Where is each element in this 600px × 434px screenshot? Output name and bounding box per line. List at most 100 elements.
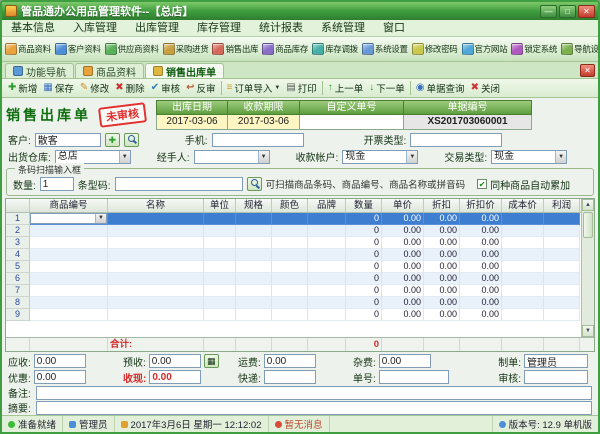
menu-item[interactable]: 基本信息 [2, 20, 64, 36]
tracking-no-input[interactable] [378, 370, 449, 384]
action-button[interactable]: ≡ 订单导入 ▼ [224, 80, 284, 96]
misc-fee-input[interactable] [378, 354, 431, 368]
menu-item[interactable]: 出库管理 [126, 20, 188, 36]
toolbar-button[interactable]: 商品库存 [260, 42, 310, 56]
scrollbar-track[interactable] [582, 211, 594, 325]
discount-input[interactable] [33, 370, 86, 384]
tab[interactable]: 商品资料 [75, 63, 144, 79]
remark-input[interactable] [35, 385, 592, 400]
grid-col-header[interactable]: 折扣 [424, 199, 460, 212]
trade-type-combobox[interactable]: 现金 ▼ [491, 149, 568, 164]
menu-item[interactable]: 系统管理 [312, 20, 374, 36]
search-customer-button[interactable] [123, 132, 139, 147]
action-button[interactable]: ↩ 反审 [183, 80, 218, 96]
grid-row[interactable]: 7 0 0.00 0.00 0.00 [6, 285, 581, 297]
prepaid-input[interactable] [148, 354, 201, 368]
prepaid-detail-button[interactable]: ▦ [203, 354, 219, 368]
grid-row[interactable]: 3 0 0.00 0.00 0.00 [6, 237, 581, 249]
warehouse-dropdown-icon[interactable]: ▼ [118, 150, 130, 163]
handler-dropdown-icon[interactable]: ▼ [257, 150, 269, 163]
add-customer-button[interactable]: ✚ [104, 132, 120, 147]
action-button[interactable]: ✚ 新增 [5, 80, 40, 96]
toolbar-button[interactable]: 系统设置 [360, 42, 410, 56]
toolbar-button[interactable]: 供应商资料 [103, 42, 161, 56]
outbound-date-value[interactable]: 2017-03-06 [156, 114, 228, 130]
grid-col-header[interactable]: 品牌 [308, 199, 346, 212]
scrollbar-thumb[interactable] [583, 212, 593, 238]
toolbar-button[interactable]: 导航设置 [559, 42, 598, 56]
toolbar-button[interactable]: 销售出库 [210, 42, 260, 56]
toolbar-button[interactable]: 商品资料 [3, 42, 53, 56]
action-button[interactable]: ↓ 下一单 [366, 80, 408, 96]
action-button[interactable]: ✎ 修改 [77, 80, 112, 96]
auto-accumulate-checkbox[interactable]: ✔ [477, 179, 488, 189]
account-combobox[interactable]: 现金 ▼ [342, 149, 419, 164]
menu-item[interactable]: 入库管理 [64, 20, 126, 36]
menu-item[interactable]: 统计报表 [250, 20, 312, 36]
status-message-panel[interactable]: 暂无消息 [269, 416, 330, 432]
action-button[interactable]: ▦ 保存 [40, 80, 76, 96]
grid-col-header[interactable]: 成本价 [502, 199, 544, 212]
close-button[interactable]: ✕ [578, 4, 595, 18]
grid-row[interactable]: 2 0 0.00 0.00 0.00 [6, 225, 581, 237]
action-button[interactable]: ✖ 删除 [112, 80, 147, 96]
grid-row[interactable]: 5 0 0.00 0.00 0.00 [6, 261, 581, 273]
toolbar-button[interactable]: 采购进货 [161, 42, 211, 56]
grid-row[interactable]: 8 0 0.00 0.00 0.00 [6, 297, 581, 309]
toolbar-button[interactable]: 锁定系统 [509, 42, 559, 56]
scroll-up-icon[interactable]: ▲ [582, 199, 594, 211]
express-input[interactable] [263, 370, 316, 384]
customer-input[interactable] [34, 132, 101, 147]
action-button[interactable]: ✔ 审核 [148, 80, 183, 96]
toolbar-button[interactable]: 修改密码 [410, 42, 460, 56]
due-date-value[interactable]: 2017-03-06 [228, 114, 300, 130]
grid-col-header[interactable]: 商品编号 [30, 199, 108, 212]
warehouse-combobox[interactable]: 总店 ▼ [54, 149, 131, 164]
toolbar-button[interactable]: 库存调拨 [310, 42, 360, 56]
grid-row[interactable]: 4 0 0.00 0.00 0.00 [6, 249, 581, 261]
invoice-type-input[interactable] [410, 132, 503, 147]
product-code-dropdown-icon[interactable]: ▼ [95, 214, 106, 223]
menu-item[interactable]: 窗口 [374, 20, 414, 36]
custom-no-value[interactable] [300, 114, 404, 130]
minimize-button[interactable]: — [540, 4, 557, 18]
auto-accumulate-option[interactable]: ✔ 同种商品自动累加 [477, 177, 570, 192]
due-date-header[interactable]: 收款期限 [228, 99, 300, 115]
toolbar-button[interactable]: 官方网站 [460, 42, 510, 56]
grid-row[interactable]: 9 0 0.00 0.00 0.00 [6, 309, 581, 321]
cash-received-input[interactable] [149, 370, 202, 384]
doc-no-header[interactable]: 单据编号 [404, 99, 532, 115]
grid-col-header[interactable]: 名称 [108, 199, 204, 212]
account-dropdown-icon[interactable]: ▼ [406, 150, 418, 163]
grid-col-header[interactable]: 数量 [346, 199, 382, 212]
freight-input[interactable] [263, 354, 316, 368]
tab-close-button[interactable]: ✕ [580, 64, 595, 77]
menu-item[interactable]: 库存管理 [188, 20, 250, 36]
barcode-code-input[interactable] [114, 177, 243, 191]
action-button[interactable]: ↑ 上一单 [325, 80, 367, 96]
tab[interactable]: 销售出库单 [145, 63, 224, 79]
summary-input[interactable] [35, 400, 592, 415]
grid-row[interactable]: 6 0 0.00 0.00 0.00 [6, 273, 581, 285]
tab[interactable]: 功能导航 [5, 63, 74, 79]
outbound-date-header[interactable]: 出库日期 [156, 99, 228, 115]
grid-col-header[interactable]: 单位 [204, 199, 236, 212]
maximize-button[interactable]: □ [559, 4, 576, 18]
grid-col-header[interactable]: 利润 [544, 199, 580, 212]
handler-combobox[interactable]: ▼ [193, 149, 270, 164]
toolbar-button[interactable]: 客户资料 [53, 42, 103, 56]
product-code-combobox[interactable]: ▼ [30, 213, 107, 224]
trade-type-dropdown-icon[interactable]: ▼ [555, 150, 567, 163]
grid-col-header[interactable]: 规格 [236, 199, 272, 212]
grid-col-header[interactable]: 颜色 [272, 199, 308, 212]
grid-row[interactable]: 1 ▼ 0 0.00 0.00 0.00 [6, 213, 581, 225]
scroll-down-icon[interactable]: ▼ [582, 325, 594, 337]
receivable-input[interactable] [33, 354, 86, 368]
action-button[interactable]: ▤ 打印 [283, 80, 319, 96]
action-button[interactable]: ◉ 单据查询 [413, 80, 468, 96]
custom-no-header[interactable]: 自定义单号 [300, 99, 404, 115]
barcode-qty-input[interactable] [39, 177, 74, 191]
grid-vertical-scrollbar[interactable]: ▲ ▼ [581, 199, 594, 337]
grid-col-header[interactable]: 单价 [382, 199, 424, 212]
grid-col-header[interactable]: 折扣价 [460, 199, 502, 212]
